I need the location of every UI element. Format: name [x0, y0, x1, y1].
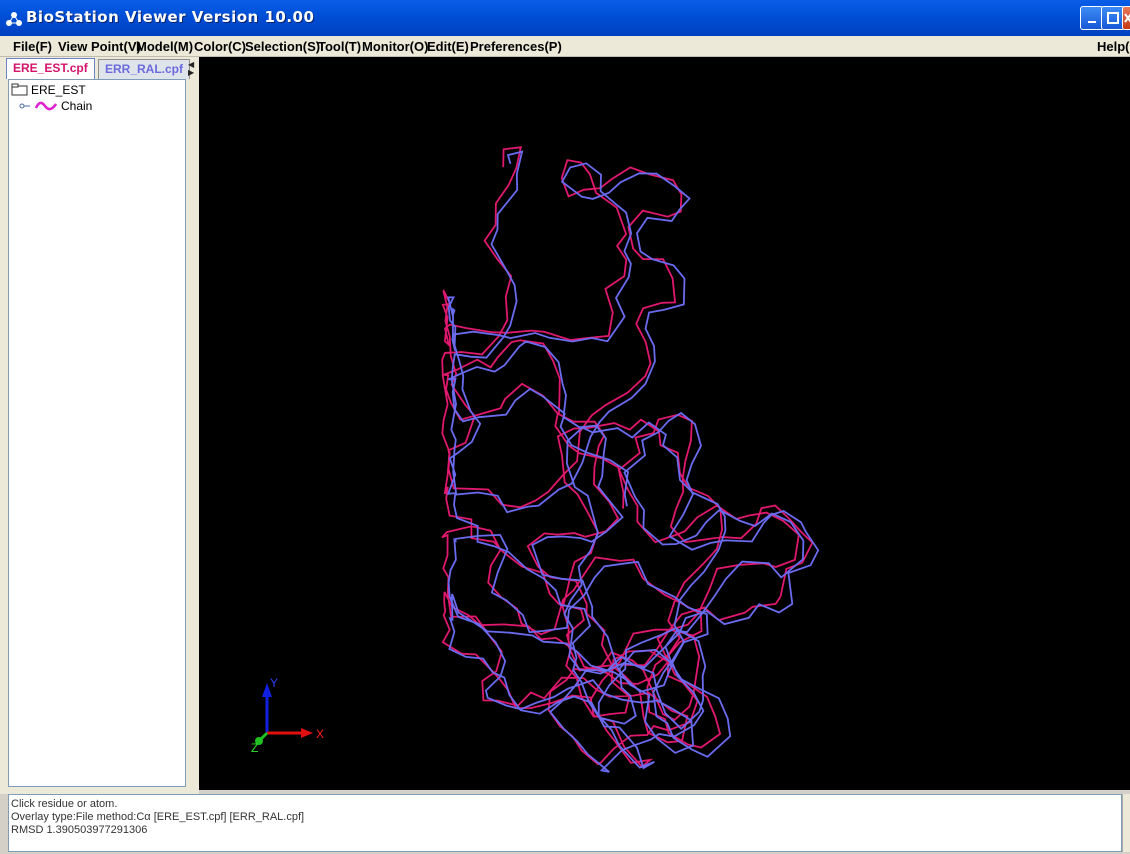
console-line: Overlay type:File method:Cα [ERE_EST.cpf…	[11, 811, 305, 823]
folder-icon	[11, 83, 28, 96]
window-title: BioStation Viewer Version 10.00	[26, 8, 315, 26]
menu-model[interactable]: Model(M)	[136, 39, 193, 54]
menu-help[interactable]: Help(H)	[1097, 39, 1130, 54]
message-console[interactable]: Click residue or atom. Overlay type:File…	[8, 794, 1122, 852]
menu-edit[interactable]: Edit(E)	[427, 39, 469, 54]
menu-preferences[interactable]: Preferences(P)	[470, 39, 562, 54]
axis-gizmo: Y X Z	[251, 676, 324, 755]
tab-ere-est[interactable]: ERE_EST.cpf	[6, 58, 95, 79]
axis-x-arrow	[301, 728, 313, 738]
menu-tool[interactable]: Tool(T)	[318, 39, 361, 54]
app-icon	[3, 8, 25, 30]
tree-root[interactable]: ERE_EST	[11, 83, 86, 97]
close-icon	[1123, 13, 1130, 23]
axis-x-label: X	[316, 727, 324, 741]
tree-item-chain[interactable]: Chain	[19, 99, 92, 113]
console-scrollbar[interactable]	[1122, 794, 1130, 852]
tree-root-label: ERE_EST	[31, 83, 86, 97]
structure-viewer[interactable]: Y X Z	[199, 57, 1130, 790]
minimize-icon	[1088, 21, 1096, 23]
console-line: Click residue or atom.	[11, 798, 118, 810]
title-bar: BioStation Viewer Version 10.00	[0, 0, 1130, 36]
molecule-canvas[interactable]: Y X Z	[199, 57, 1130, 790]
menu-bar: File(F) View Point(V) Model(M) Color(C) …	[0, 36, 1130, 57]
menu-selection[interactable]: Selection(S)	[245, 39, 320, 54]
close-button[interactable]	[1122, 6, 1130, 30]
model-tree: ERE_EST Chain	[8, 79, 186, 787]
left-panel: ERE_EST.cpf ERR_RAL.cpf ◀ ▶ ERE_EST Chain	[0, 57, 199, 794]
backbone-traces	[441, 146, 820, 773]
menu-monitor[interactable]: Monitor(O)	[362, 39, 428, 54]
tab-scroll-arrows[interactable]: ◀ ▶	[188, 61, 196, 77]
menu-view-point[interactable]: View Point(V)	[58, 39, 141, 54]
tree-item-label: Chain	[61, 99, 93, 113]
menu-file[interactable]: File(F)	[13, 39, 52, 54]
chain-wave-icon	[34, 101, 58, 111]
console-line: RMSD 1.390503977291306	[11, 824, 148, 836]
axis-y-label: Y	[270, 676, 278, 690]
tree-expander-icon[interactable]	[19, 100, 31, 112]
menu-color[interactable]: Color(C)	[194, 39, 246, 54]
maximize-icon	[1107, 12, 1119, 24]
tab-err-ral[interactable]: ERR_RAL.cpf	[98, 59, 191, 79]
axis-z-label: Z	[251, 741, 258, 755]
